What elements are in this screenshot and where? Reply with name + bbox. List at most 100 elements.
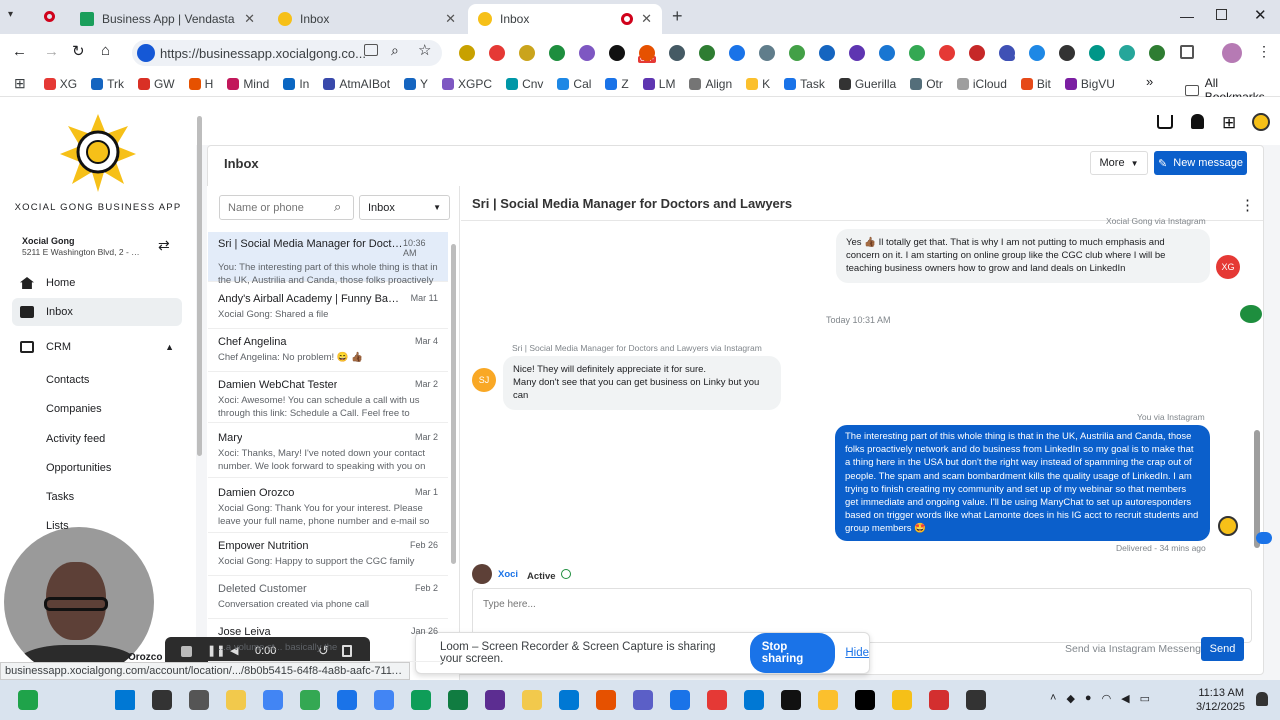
home-icon[interactable]: ⌂ — [101, 42, 110, 59]
bookmark-item[interactable]: In — [283, 77, 309, 91]
bookmark-item[interactable]: BigVU — [1064, 77, 1115, 91]
bookmark-item[interactable]: Cnv — [506, 77, 543, 91]
extension-icon[interactable] — [879, 45, 895, 61]
close-icon[interactable]: ✕ — [445, 11, 456, 27]
bookmark-star-icon[interactable]: ☆ — [418, 41, 431, 59]
stop-record-icon[interactable] — [181, 646, 192, 657]
taskbar-app-icon[interactable] — [152, 690, 172, 710]
hide-link[interactable]: Hide — [845, 647, 869, 659]
bookmark-item[interactable]: Task — [784, 77, 825, 91]
close-icon[interactable]: ✕ — [244, 11, 255, 27]
extension-icon[interactable] — [639, 45, 655, 61]
extension-icon[interactable] — [759, 45, 775, 61]
new-message-button[interactable]: ✎ New message — [1154, 151, 1247, 175]
sidebar-scrollbar[interactable] — [197, 116, 202, 456]
profile-avatar[interactable] — [1222, 43, 1242, 63]
battery-icon[interactable]: ▭ — [1140, 692, 1150, 708]
crm-item-companies[interactable]: Companies — [12, 399, 182, 419]
extension-icon[interactable] — [939, 45, 955, 61]
taskbar-app-icon[interactable] — [448, 690, 468, 710]
taskbar-app-icon[interactable] — [892, 690, 912, 710]
extension-icon[interactable] — [1149, 45, 1165, 61]
taskbar-app-icon[interactable] — [707, 690, 727, 710]
send-button[interactable]: Send — [1201, 637, 1244, 661]
chat-bubble-chip[interactable] — [1256, 532, 1272, 544]
extension-icon[interactable] — [819, 45, 835, 61]
chat-menu-icon[interactable]: ⋮ — [1240, 196, 1255, 214]
taskbar-app-icon[interactable] — [411, 690, 431, 710]
extension-icon[interactable] — [999, 45, 1015, 61]
extension-icon[interactable] — [669, 45, 685, 61]
bookmark-item[interactable]: H — [188, 77, 213, 91]
crm-item-tasks[interactable]: Tasks — [12, 487, 182, 507]
volume-icon[interactable]: ◀ — [1121, 692, 1129, 708]
extension-icon[interactable] — [909, 45, 925, 61]
brand-logo[interactable] — [58, 112, 138, 192]
tab-business-app[interactable]: Business App | Vendasta ✕ — [70, 4, 265, 34]
bookmark-item[interactable]: Z — [605, 77, 629, 91]
notifications-icon[interactable] — [1256, 692, 1268, 706]
maximize-icon[interactable] — [1216, 9, 1227, 20]
bell-icon[interactable] — [1191, 114, 1204, 129]
tray-icons[interactable]: ˄ ◆ ● ◠ ◀ ▭ — [1050, 692, 1170, 708]
chat-scrollbar[interactable] — [1254, 430, 1260, 548]
conversation-item[interactable]: Sri | Social Media Manager for Doctors a… — [208, 232, 448, 286]
extension-icon[interactable] — [699, 45, 715, 61]
close-icon[interactable]: ✕ — [641, 11, 652, 27]
taskbar-app-icon[interactable] — [966, 690, 986, 710]
switch-account-icon[interactable]: ⇄ — [158, 237, 170, 254]
taskbar-app-icon[interactable] — [189, 690, 209, 710]
bookmark-item[interactable]: Mind — [227, 77, 269, 91]
conversation-item[interactable]: Deleted Customer Feb 2 Conversation create… — [208, 577, 448, 619]
inbox-filter-select[interactable]: Inbox ▼ — [359, 195, 450, 220]
bookmark-item[interactable]: Trk — [91, 77, 124, 91]
taskbar-app-icon[interactable] — [670, 690, 690, 710]
active-status[interactable]: Active — [527, 569, 572, 582]
minimize-icon[interactable]: — — [1180, 8, 1194, 24]
extension-icon[interactable] — [729, 45, 745, 61]
assignee-name[interactable]: Xoci — [498, 569, 518, 580]
bookmark-item[interactable]: Otr — [910, 77, 943, 91]
conversation-item[interactable]: Empower Nutrition Feb 26 Xocial Gong: Happ… — [208, 534, 448, 576]
extension-icon[interactable] — [549, 45, 565, 61]
extension-icon[interactable] — [789, 45, 805, 61]
stop-sharing-button[interactable]: Stop sharing — [749, 633, 836, 673]
crm-item-opportunities[interactable]: Opportunities — [12, 458, 182, 478]
assignee-avatar[interactable] — [472, 564, 492, 584]
bookmark-item[interactable]: Guerilla — [838, 77, 896, 91]
extension-icon[interactable] — [1089, 45, 1105, 61]
taskbar-app-icon[interactable] — [596, 690, 616, 710]
back-icon[interactable]: ← — [12, 43, 27, 60]
extension-icon[interactable] — [609, 45, 625, 61]
bookmark-item[interactable]: XGPC — [442, 77, 492, 91]
record-icon[interactable] — [44, 11, 55, 22]
chrome-menu-icon[interactable]: ⋮ — [1257, 43, 1271, 60]
extension-icon[interactable] — [489, 45, 505, 61]
extension-icon[interactable] — [459, 45, 475, 61]
tab-inbox-2[interactable]: Inbox ✕ — [468, 4, 662, 34]
messenger-chip[interactable] — [1240, 305, 1262, 323]
extensions-puzzle-icon[interactable] — [1180, 45, 1194, 59]
apps-grid-icon[interactable]: ⊞ — [1222, 113, 1236, 133]
taskbar-app-icon[interactable] — [263, 690, 283, 710]
bookmark-item[interactable]: Cal — [557, 77, 591, 91]
extension-icon[interactable] — [1029, 45, 1045, 61]
taskbar-app-icon[interactable] — [818, 690, 838, 710]
crm-item-activity-feed[interactable]: Activity feed — [12, 429, 182, 449]
crm-item-lists[interactable]: Lists — [12, 516, 182, 536]
dropbox-icon[interactable]: ◆ — [1066, 692, 1074, 708]
bookmark-item[interactable]: AtmAIBot — [323, 77, 390, 91]
extension-icon[interactable] — [579, 45, 595, 61]
crm-item-contacts[interactable]: Contacts — [12, 370, 182, 390]
clock[interactable]: 11:13 AM 3/12/2025 — [1196, 686, 1245, 714]
tab-search-button[interactable]: ▾ — [8, 9, 26, 25]
bookmark-item[interactable]: Bit — [1020, 77, 1051, 91]
taskbar-app-icon[interactable] — [115, 690, 135, 710]
taskbar-app-icon[interactable] — [374, 690, 394, 710]
conversation-item[interactable]: Jose Leiva Jan 26 ...a volume st... basica… — [208, 620, 448, 662]
list-scrollbar[interactable] — [451, 244, 456, 564]
nav-crm[interactable]: CRM ▲ — [12, 333, 182, 361]
taskbar-app-icon[interactable] — [633, 690, 653, 710]
taskbar-app-icon[interactable] — [485, 690, 505, 710]
extension-icon[interactable] — [1119, 45, 1135, 61]
